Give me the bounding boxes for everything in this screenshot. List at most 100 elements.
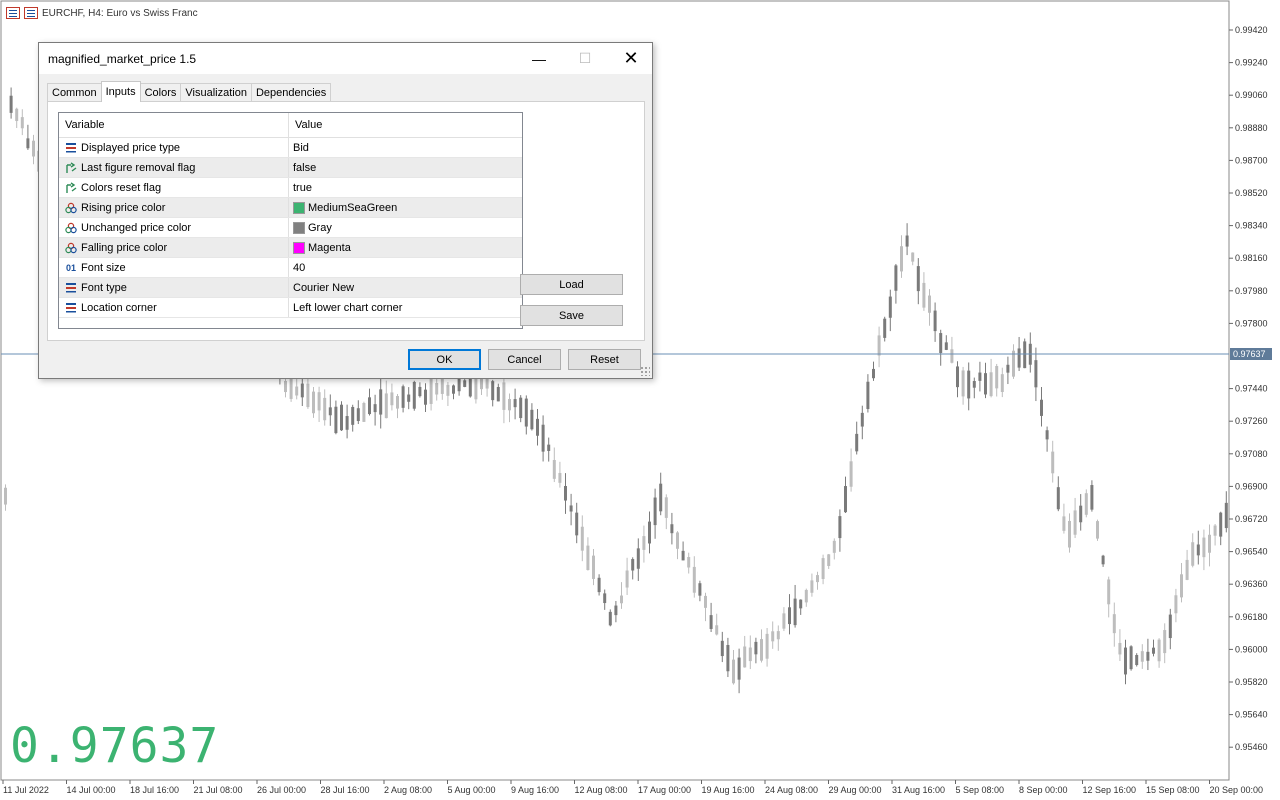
param-row[interactable]: Colors reset flag true	[59, 178, 522, 198]
price-label: 0.97440	[1235, 384, 1268, 394]
candle-body	[513, 399, 517, 408]
param-variable-label: Unchanged price color	[81, 221, 192, 234]
param-row[interactable]: Falling price color Magenta	[59, 238, 522, 258]
candle-body	[558, 472, 562, 483]
candle-body	[636, 548, 640, 569]
candle-body	[429, 378, 433, 404]
param-row[interactable]: 01 Font size 40	[59, 258, 522, 278]
candle-body	[905, 235, 909, 247]
cancel-button[interactable]: Cancel	[488, 349, 561, 370]
color-icon	[64, 202, 78, 214]
candle-body	[1112, 614, 1116, 634]
param-value[interactable]: Courier New	[289, 278, 522, 297]
candle-body	[614, 605, 618, 616]
candle-body	[799, 599, 803, 609]
param-row[interactable]: Unchanged price color Gray	[59, 218, 522, 238]
param-row[interactable]: Last figure removal flag false	[59, 158, 522, 178]
candle-body	[754, 641, 758, 655]
candle-body	[580, 526, 584, 551]
date-label: 15 Sep 08:00	[1146, 785, 1200, 795]
param-variable-label: Falling price color	[81, 241, 168, 254]
date-label: 2 Aug 08:00	[384, 785, 432, 795]
candle-body	[9, 95, 13, 113]
chart-menu-icon[interactable]	[6, 7, 20, 19]
color-swatch	[293, 201, 305, 214]
candle-body	[732, 659, 735, 684]
param-row[interactable]: Displayed price type Bid	[59, 138, 522, 158]
param-row[interactable]: Font type Courier New	[59, 278, 522, 298]
param-row[interactable]: Rising price color MediumSeaGreen	[59, 198, 522, 218]
candle-body	[295, 386, 299, 396]
candle-body	[345, 416, 349, 430]
resize-grip-icon[interactable]	[640, 366, 650, 376]
candle-body	[1040, 399, 1043, 416]
column-value[interactable]: Value	[289, 113, 522, 137]
param-variable: 01 Font size	[59, 258, 289, 277]
maximize-icon[interactable]: ☐	[562, 43, 608, 74]
candle-body	[390, 392, 394, 406]
price-label: 0.95820	[1235, 677, 1268, 687]
candle-body	[967, 370, 971, 399]
enum-icon	[64, 302, 78, 314]
price-label: 0.96540	[1235, 547, 1268, 557]
price-label: 0.99060	[1235, 90, 1268, 100]
candle-body	[715, 625, 719, 635]
tab-visualization[interactable]: Visualization	[180, 83, 252, 102]
param-value[interactable]: MediumSeaGreen	[289, 198, 522, 217]
candle-body	[1213, 525, 1217, 536]
minimize-icon[interactable]: —	[516, 43, 562, 74]
candle-body	[519, 397, 523, 419]
candle-body	[776, 631, 780, 640]
param-value-label: Left lower chart corner	[293, 301, 403, 314]
candle-body	[726, 644, 730, 672]
param-value[interactable]: false	[289, 158, 522, 177]
candle-body	[978, 372, 982, 381]
candle-body	[866, 381, 870, 409]
ok-button[interactable]: OK	[408, 349, 481, 370]
tab-common[interactable]: Common	[47, 83, 102, 102]
candle-body	[989, 372, 993, 397]
close-icon[interactable]: ✕	[608, 43, 654, 74]
date-label: 5 Aug 00:00	[448, 785, 496, 795]
load-button[interactable]: Load	[520, 274, 623, 295]
candle-body	[575, 512, 579, 536]
candle-body	[435, 382, 439, 395]
date-label: 24 Aug 08:00	[765, 785, 818, 795]
candle-body	[300, 383, 304, 398]
param-value[interactable]: Bid	[289, 138, 522, 157]
candle-body	[552, 460, 556, 479]
param-value[interactable]: Left lower chart corner	[289, 298, 522, 317]
candle-body	[1056, 487, 1060, 510]
candle-body	[530, 409, 534, 430]
tab-dependencies[interactable]: Dependencies	[250, 83, 332, 102]
param-value[interactable]: Gray	[289, 218, 522, 237]
dialog-title: magnified_market_price 1.5	[48, 52, 197, 66]
candle-body	[760, 639, 763, 661]
tab-inputs[interactable]: Inputs	[100, 81, 141, 102]
candle-body	[928, 295, 931, 313]
candle-body	[620, 595, 623, 604]
param-variable-label: Last figure removal flag	[81, 161, 196, 174]
param-value[interactable]: true	[289, 178, 522, 197]
dialog-tabs: Common Inputs Colors Visualization Depen…	[47, 81, 332, 102]
candle-body	[698, 583, 702, 596]
candle-body	[642, 536, 646, 550]
reset-button[interactable]: Reset	[568, 349, 641, 370]
candle-body	[900, 246, 903, 272]
candle-body	[844, 486, 847, 513]
save-button[interactable]: Save	[520, 305, 623, 326]
chart-symbol-label: EURCHF, H4: Euro vs Swiss Franc	[42, 7, 198, 19]
candle-body	[401, 386, 405, 408]
dialog-titlebar[interactable]: magnified_market_price 1.5 — ☐ ✕	[39, 43, 652, 74]
param-value[interactable]: Magenta	[289, 238, 522, 257]
chart-symbol-icon[interactable]	[24, 7, 38, 19]
candle-body	[676, 532, 679, 549]
candle-body	[1157, 639, 1161, 662]
tab-colors[interactable]: Colors	[139, 83, 182, 102]
param-value-label: 40	[293, 261, 306, 274]
param-row[interactable]: Location corner Left lower chart corner	[59, 298, 522, 318]
date-label: 31 Aug 16:00	[892, 785, 945, 795]
param-value[interactable]: 40	[289, 258, 522, 277]
column-variable[interactable]: Variable	[59, 113, 289, 137]
candle-body	[446, 384, 450, 396]
